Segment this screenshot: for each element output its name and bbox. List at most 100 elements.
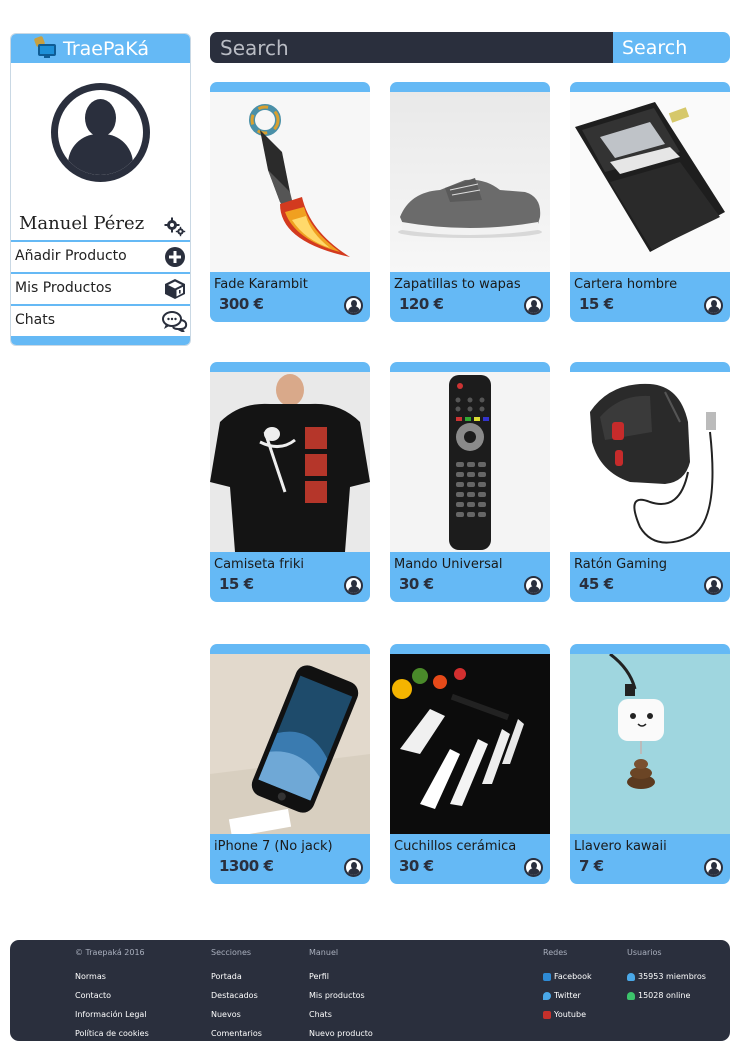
user-name: Manuel Pérez	[19, 213, 145, 234]
footer-link-youtube[interactable]: Youtube	[543, 1005, 592, 1024]
product-image[interactable]	[390, 92, 550, 272]
user-sidebar: TraePaKá Manuel Pérez Añadir Producto Mi…	[10, 33, 191, 346]
user-icon	[627, 972, 635, 981]
footer-copyright: © Traepaká 2016	[75, 948, 145, 957]
seller-avatar-icon[interactable]	[344, 576, 363, 595]
footer-stat-label: 35953 miembros	[638, 972, 706, 981]
product-image[interactable]	[210, 654, 370, 834]
sidebar-item-chats[interactable]: Chats	[11, 304, 190, 334]
youtube-icon	[543, 1010, 551, 1019]
facebook-icon	[543, 972, 551, 981]
sidebar-item-label: Añadir Producto	[15, 248, 127, 264]
search-input[interactable]	[210, 32, 613, 63]
product-card[interactable]: iPhone 7 (No jack) 1300 €	[210, 644, 370, 884]
product-image[interactable]	[210, 92, 370, 272]
product-title[interactable]: Fade Karambit	[214, 277, 308, 292]
footer-link-facebook[interactable]: Facebook	[543, 967, 592, 986]
product-title[interactable]: Camiseta friki	[214, 557, 304, 572]
product-title[interactable]: iPhone 7 (No jack)	[214, 839, 333, 854]
footer-link-normas[interactable]: Normas	[75, 967, 149, 986]
product-title[interactable]: Mando Universal	[394, 557, 503, 572]
seller-avatar-icon[interactable]	[704, 858, 723, 877]
product-title[interactable]: Cartera hombre	[574, 277, 677, 292]
footer-secciones-column: Secciones Portada Destacados Nuevos Come…	[211, 948, 262, 1043]
user-online-icon	[627, 991, 635, 1000]
product-image[interactable]	[570, 372, 730, 552]
product-card[interactable]: Zapatillas to wapas 120 €	[390, 82, 550, 322]
settings-gears-icon[interactable]	[164, 217, 186, 237]
product-card[interactable]: Llavero kawaii 7 €	[570, 644, 730, 884]
footer-link-chats[interactable]: Chats	[309, 1005, 373, 1024]
product-image[interactable]	[390, 654, 550, 834]
footer-link-nuevo-producto[interactable]: Nuevo producto	[309, 1024, 373, 1043]
footer-online-count: 15028 online	[627, 986, 706, 1005]
seller-avatar-icon[interactable]	[344, 858, 363, 877]
seller-avatar-icon[interactable]	[704, 296, 723, 315]
footer-link-contacto[interactable]: Contacto	[75, 986, 149, 1005]
box-icon	[165, 279, 185, 299]
product-price: 30 €	[399, 857, 434, 875]
sidebar-item-add-product[interactable]: Añadir Producto	[11, 240, 190, 270]
product-image[interactable]	[210, 372, 370, 552]
footer-manuel-column: Manuel Perfil Mis productos Chats Nuevo …	[309, 948, 373, 1043]
site-footer: © Traepaká 2016 Normas Contacto Informac…	[10, 940, 730, 1041]
product-image[interactable]	[390, 372, 550, 552]
twitter-icon	[543, 991, 551, 1000]
footer-link-cookies[interactable]: Política de cookies	[75, 1024, 149, 1043]
footer-link-portada[interactable]: Portada	[211, 967, 262, 986]
search-button[interactable]: Search	[613, 32, 730, 63]
product-title[interactable]: Llavero kawaii	[574, 839, 667, 854]
footer-link-twitter[interactable]: Twitter	[543, 986, 592, 1005]
footer-usuarios-heading: Usuarios	[627, 948, 662, 957]
brand-header[interactable]: TraePaKá	[11, 34, 190, 63]
footer-link-label: Youtube	[554, 1010, 586, 1019]
product-image[interactable]	[570, 654, 730, 834]
footer-redes-column: Redes Facebook Twitter Youtube	[543, 948, 592, 1024]
sidebar-item-label: Mis Productos	[15, 280, 112, 296]
seller-avatar-icon[interactable]	[344, 296, 363, 315]
sidebar-item-label: Chats	[15, 312, 56, 328]
product-title[interactable]: Cuchillos cerámica	[394, 839, 516, 854]
product-price: 7 €	[579, 857, 604, 875]
seller-avatar-icon[interactable]	[704, 576, 723, 595]
product-card[interactable]: Mando Universal 30 €	[390, 362, 550, 602]
product-price: 120 €	[399, 295, 444, 313]
sidebar-item-my-products[interactable]: Mis Productos	[11, 272, 190, 302]
search-bar: Search	[210, 32, 730, 63]
monitor-logo-icon	[33, 35, 57, 58]
product-card[interactable]: Cuchillos cerámica 30 €	[390, 644, 550, 884]
seller-avatar-icon[interactable]	[524, 576, 543, 595]
product-card[interactable]: Cartera hombre 15 €	[570, 82, 730, 322]
product-price: 45 €	[579, 575, 614, 593]
product-card[interactable]: Camiseta friki 15 €	[210, 362, 370, 602]
footer-link-mis-productos[interactable]: Mis productos	[309, 986, 373, 1005]
footer-link-nuevos[interactable]: Nuevos	[211, 1005, 262, 1024]
footer-link-info-legal[interactable]: Información Legal	[75, 1005, 149, 1024]
product-image[interactable]	[570, 92, 730, 272]
product-price: 300 €	[219, 295, 264, 313]
footer-link-perfil[interactable]: Perfil	[309, 967, 373, 986]
seller-avatar-icon[interactable]	[524, 296, 543, 315]
footer-redes-heading: Redes	[543, 948, 568, 957]
product-price: 15 €	[579, 295, 614, 313]
product-title[interactable]: Zapatillas to wapas	[394, 277, 521, 292]
footer-link-comentarios[interactable]: Comentarios	[211, 1024, 262, 1043]
footer-stat-label: 15028 online	[638, 991, 691, 1000]
footer-legal-column: © Traepaká 2016 Normas Contacto Informac…	[75, 948, 149, 1043]
footer-link-label: Twitter	[554, 991, 581, 1000]
footer-usuarios-column: Usuarios 35953 miembros 15028 online	[627, 948, 706, 1005]
product-price: 1300 €	[219, 857, 274, 875]
user-avatar-icon[interactable]	[51, 83, 150, 182]
chat-icon	[162, 311, 188, 332]
footer-link-label: Facebook	[554, 972, 592, 981]
seller-avatar-icon[interactable]	[524, 858, 543, 877]
footer-link-destacados[interactable]: Destacados	[211, 986, 262, 1005]
footer-manuel-heading: Manuel	[309, 948, 339, 957]
footer-secciones-heading: Secciones	[211, 948, 252, 957]
product-card[interactable]: Ratón Gaming 45 €	[570, 362, 730, 602]
product-card[interactable]: Fade Karambit 300 €	[210, 82, 370, 322]
product-title[interactable]: Ratón Gaming	[574, 557, 667, 572]
sidebar-footer-bar	[11, 336, 190, 345]
footer-members-count: 35953 miembros	[627, 967, 706, 986]
product-price: 15 €	[219, 575, 254, 593]
